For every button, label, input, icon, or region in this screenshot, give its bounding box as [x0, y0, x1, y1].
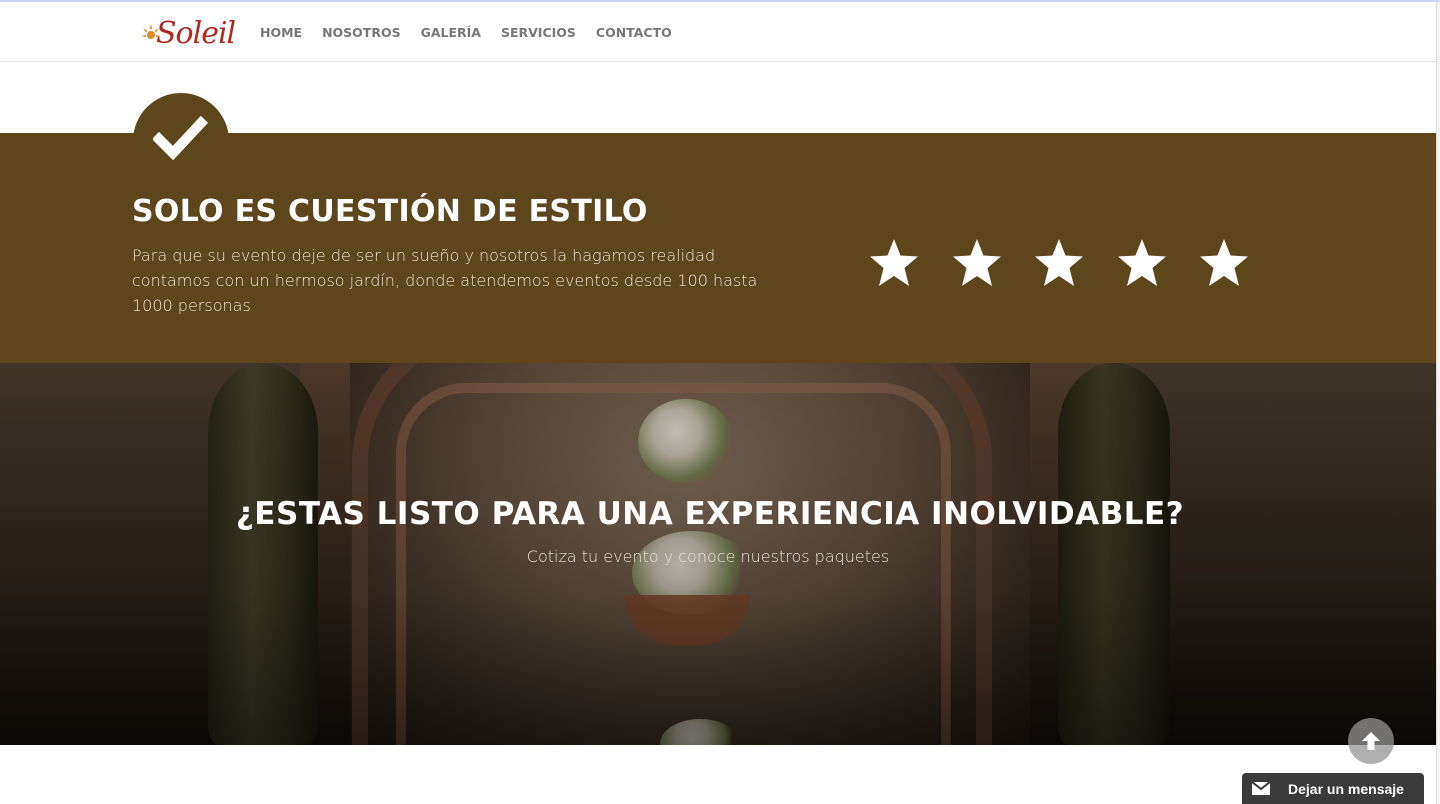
star-icon [870, 239, 918, 286]
back-to-top-button[interactable] [1348, 718, 1394, 764]
arrow-up-icon [1362, 732, 1380, 750]
nav-nosotros[interactable]: NOSOTROS [322, 25, 401, 40]
chat-label: Dejar un mensaje [1288, 780, 1404, 797]
star-icon [1117, 239, 1166, 286]
nav-galeria[interactable]: GALERÍA [421, 25, 481, 40]
nav-home[interactable]: HOME [260, 25, 302, 40]
scrollbar[interactable] [1436, 2, 1440, 804]
leave-message-button[interactable]: Dejar un mensaje [1242, 773, 1424, 804]
navbar: Soleil HOME NOSOTROS GALERÍA SERVICIOS C… [0, 2, 1436, 62]
envelope-icon [1252, 782, 1270, 795]
main-nav: HOME NOSOTROS GALERÍA SERVICIOS CONTACTO [260, 2, 692, 62]
cta-subtitle: Cotiza tu evento y conoce nuestros paque… [526, 547, 890, 566]
star-icon [1035, 239, 1083, 286]
feature-title: SOLO ES CUESTIÓN DE ESTILO [132, 194, 648, 229]
logo-text: Soleil [156, 15, 236, 51]
site-logo[interactable]: Soleil [140, 14, 236, 52]
cta-title: ¿ESTAS LISTO PARA UNA EXPERIENCIA INOLVI… [235, 496, 1185, 532]
nav-contacto[interactable]: CONTACTO [596, 25, 672, 40]
check-badge [133, 93, 229, 189]
check-icon [153, 115, 209, 161]
nav-servicios[interactable]: SERVICIOS [501, 25, 576, 40]
sun-icon [140, 22, 162, 44]
star-icon [1200, 239, 1248, 286]
star-icon [952, 239, 1001, 286]
feature-description: Para que su evento deje de ser un sueño … [132, 246, 758, 315]
star-rating [868, 238, 1281, 288]
